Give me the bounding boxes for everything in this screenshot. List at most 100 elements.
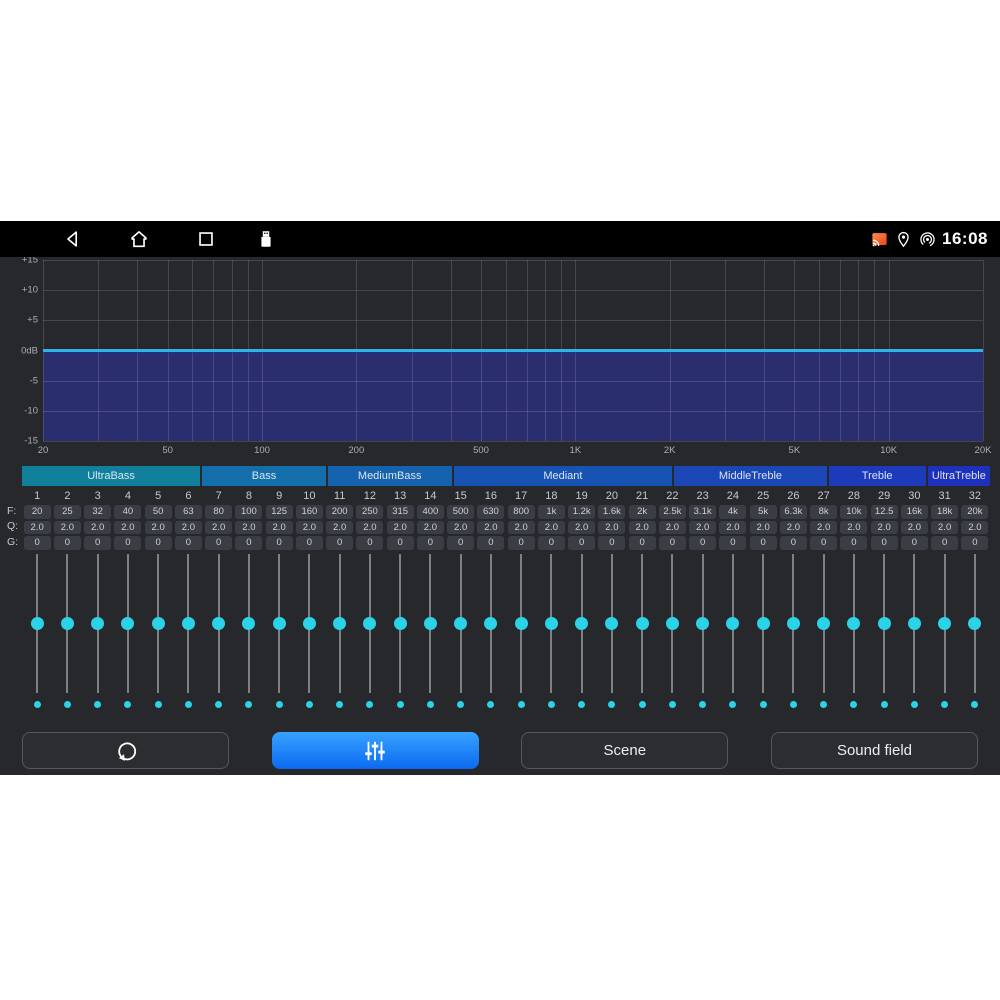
gain-slider-knob[interactable] [908, 617, 921, 630]
band-column-4: 4402.00 [113, 489, 143, 729]
gain-slider[interactable] [718, 554, 748, 693]
band-group-mediant[interactable]: Mediant [454, 466, 673, 486]
gain-slider[interactable] [627, 554, 657, 693]
home-icon[interactable] [128, 228, 150, 250]
status-bar: 16:08 [0, 221, 1000, 257]
recents-icon[interactable] [195, 228, 217, 250]
gain-slider[interactable] [930, 554, 960, 693]
freq-value: 315 [387, 505, 414, 519]
gain-slider-knob[interactable] [666, 617, 679, 630]
gain-slider[interactable] [476, 554, 506, 693]
gain-slider[interactable] [52, 554, 82, 693]
q-value: 2.0 [84, 521, 111, 535]
gain-slider-knob[interactable] [787, 617, 800, 630]
gain-slider[interactable] [355, 554, 385, 693]
band-column-3: 3322.00 [83, 489, 113, 729]
gain-slider-knob[interactable] [212, 617, 225, 630]
band-group-treble[interactable]: Treble [829, 466, 926, 486]
gain-slider[interactable] [778, 554, 808, 693]
band-channels: 1202.002252.003322.004402.005502.006632.… [22, 489, 990, 729]
band-column-11: 112002.00 [325, 489, 355, 729]
x-axis-label: 1K [570, 445, 582, 456]
gain-slider[interactable] [234, 554, 264, 693]
gain-slider-knob[interactable] [726, 617, 739, 630]
gain-slider-knob[interactable] [847, 617, 860, 630]
gain-slider-knob[interactable] [363, 617, 376, 630]
gain-slider-knob[interactable] [182, 617, 195, 630]
gain-slider[interactable] [960, 554, 990, 693]
gain-slider[interactable] [446, 554, 476, 693]
band-group-mediumbass[interactable]: MediumBass [328, 466, 452, 486]
gain-slider[interactable] [415, 554, 445, 693]
gain-slider-knob[interactable] [575, 617, 588, 630]
gain-slider[interactable] [567, 554, 597, 693]
gain-slider[interactable] [22, 554, 52, 693]
eq-response-curve [43, 349, 983, 352]
gain-slider[interactable] [385, 554, 415, 693]
gain-slider-knob[interactable] [636, 617, 649, 630]
band-column-14: 144002.00 [415, 489, 445, 729]
band-number: 11 [334, 489, 345, 503]
gain-slider-knob[interactable] [394, 617, 407, 630]
gain-slider-knob[interactable] [454, 617, 467, 630]
gain-slider-knob[interactable] [817, 617, 830, 630]
gain-slider[interactable] [113, 554, 143, 693]
gain-slider[interactable] [294, 554, 324, 693]
band-group-bass[interactable]: Bass [202, 466, 326, 486]
usb-drive-icon[interactable] [255, 228, 277, 250]
freq-value: 5k [750, 505, 777, 519]
band-number: 5 [155, 489, 161, 503]
wifi-hotspot-icon [918, 230, 937, 249]
band-indicator-dot [34, 701, 41, 708]
gain-slider[interactable] [869, 554, 899, 693]
gain-value: 0 [266, 536, 293, 550]
q-value: 2.0 [326, 521, 353, 535]
gain-slider[interactable] [536, 554, 566, 693]
gain-slider-knob[interactable] [303, 617, 316, 630]
gain-slider[interactable] [839, 554, 869, 693]
gain-slider[interactable] [809, 554, 839, 693]
gain-slider-knob[interactable] [515, 617, 528, 630]
gain-slider-knob[interactable] [91, 617, 104, 630]
gain-slider-knob[interactable] [61, 617, 74, 630]
gain-slider-knob[interactable] [484, 617, 497, 630]
gain-slider-knob[interactable] [242, 617, 255, 630]
gain-slider[interactable] [506, 554, 536, 693]
gain-slider-knob[interactable] [605, 617, 618, 630]
band-group-ultrabass[interactable]: UltraBass [22, 466, 200, 486]
gain-slider-knob[interactable] [696, 617, 709, 630]
equalizer-button[interactable] [272, 732, 479, 769]
gain-slider[interactable] [899, 554, 929, 693]
gain-slider-knob[interactable] [424, 617, 437, 630]
gain-slider[interactable] [325, 554, 355, 693]
h-gridline [43, 381, 983, 382]
gain-slider[interactable] [597, 554, 627, 693]
reset-button[interactable] [22, 732, 229, 769]
gain-slider-knob[interactable] [757, 617, 770, 630]
gain-slider-knob[interactable] [152, 617, 165, 630]
gain-slider-knob[interactable] [938, 617, 951, 630]
gain-slider-knob[interactable] [31, 617, 44, 630]
sound-field-button[interactable]: Sound field [771, 732, 978, 769]
gain-slider[interactable] [657, 554, 687, 693]
gain-slider-knob[interactable] [273, 617, 286, 630]
gain-slider-knob[interactable] [121, 617, 134, 630]
gain-slider-knob[interactable] [333, 617, 346, 630]
gain-slider[interactable] [83, 554, 113, 693]
gain-value: 0 [508, 536, 535, 550]
gain-slider[interactable] [173, 554, 203, 693]
gain-slider[interactable] [204, 554, 234, 693]
gain-slider-knob[interactable] [968, 617, 981, 630]
gain-slider[interactable] [143, 554, 173, 693]
gain-slider[interactable] [748, 554, 778, 693]
scene-button[interactable]: Scene [521, 732, 728, 769]
band-group-ultratreble[interactable]: UltraTreble [928, 466, 990, 486]
gain-slider[interactable] [264, 554, 294, 693]
back-icon[interactable] [62, 228, 84, 250]
gain-slider[interactable] [688, 554, 718, 693]
gain-slider-knob[interactable] [545, 617, 558, 630]
band-number: 8 [246, 489, 252, 503]
gain-slider-knob[interactable] [878, 617, 891, 630]
band-group-middletreble[interactable]: MiddleTreble [674, 466, 826, 486]
band-group-label: Mediant [543, 470, 582, 482]
